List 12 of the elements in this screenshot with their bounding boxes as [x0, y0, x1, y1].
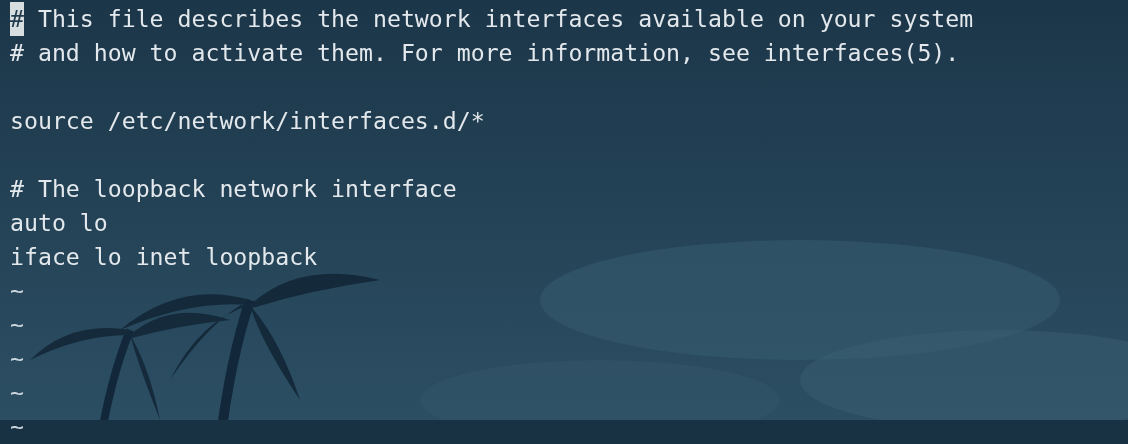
empty-line-marker: ~ — [10, 412, 24, 442]
code-line: # and how to activate them. For more information, see interfaces(5). — [10, 38, 960, 68]
text-cursor: # — [10, 2, 24, 36]
code-line: auto lo — [10, 208, 108, 238]
code-line: # The loopback network interface — [10, 174, 457, 204]
empty-line-marker: ~ — [10, 276, 24, 306]
code-line: iface lo inet loopback — [10, 242, 318, 272]
empty-line-marker: ~ — [10, 378, 24, 408]
empty-line-marker: ~ — [10, 310, 24, 340]
empty-line-marker: ~ — [10, 344, 24, 374]
code-line: This file describes the network interfaces available on your system — [36, 4, 974, 34]
code-line: source /etc/network/interfaces.d/* — [10, 106, 485, 136]
